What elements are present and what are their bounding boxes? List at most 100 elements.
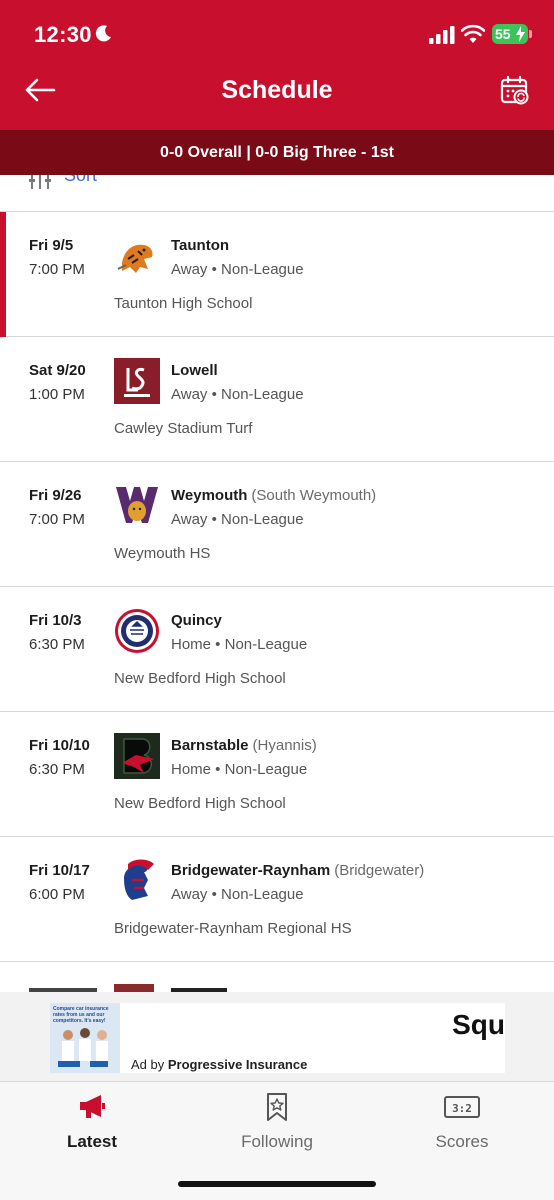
game-time: 6:00 PM (29, 886, 85, 903)
game-location: Away (171, 386, 208, 403)
status-time: 12:30 (34, 22, 92, 47)
tab-scores[interactable]: 3:2 Scores (370, 1082, 554, 1162)
game-row[interactable]: Sat 9/20 1:00 PM Lowell Away • Non-Leagu… (0, 337, 554, 462)
bottom-tab-bar: Latest Following 3:2 Scores (0, 1081, 554, 1200)
sliders-icon (29, 175, 51, 189)
game-date: Fri 10/10 (29, 737, 90, 754)
status-bar: 12:30 55 (0, 0, 554, 68)
game-date: Fri 10/17 (29, 862, 90, 879)
ad-banner[interactable]: Compare car insurance rates from us and … (50, 1003, 505, 1073)
opponent-name: Lowell (171, 362, 218, 379)
game-venue: New Bedford High School (114, 795, 286, 812)
weymouth-logo-icon (116, 487, 158, 523)
ad-by-prefix: Ad by (131, 1057, 165, 1072)
game-venue: Taunton High School (114, 295, 253, 312)
game-location: Away (171, 886, 208, 903)
cellular-signal-icon (429, 26, 455, 44)
scoreboard-icon: 3:2 (444, 1096, 480, 1118)
calendar-sync-icon (500, 75, 529, 105)
game-meta: Away • Non-League (171, 261, 304, 278)
ad-image: Compare car insurance rates from us and … (50, 1003, 120, 1073)
game-date: Sat 9/20 (29, 362, 86, 379)
opponent-town: (Bridgewater) (334, 862, 425, 879)
opponent-label: Taunton (171, 237, 230, 254)
ad-container: Compare car insurance rates from us and … (0, 992, 554, 1081)
schedule-list: Fri 9/5 7:00 PM Taunton Away • Non-Leagu… (0, 212, 554, 1002)
tab-latest[interactable]: Latest (0, 1082, 184, 1162)
opponent-name: Taunton (171, 237, 229, 254)
game-row[interactable]: Fri 9/5 7:00 PM Taunton Away • Non-Leagu… (0, 212, 554, 337)
game-venue: Bridgewater-Raynham Regional HS (114, 920, 352, 937)
wifi-icon (461, 24, 485, 43)
ad-people-image (58, 1028, 108, 1067)
barnstable-logo-icon (114, 733, 160, 779)
game-meta: Away • Non-League (171, 886, 304, 903)
tiger-logo-icon (117, 244, 153, 273)
game-venue: Cawley Stadium Turf (114, 420, 253, 437)
game-meta: Home • Non-League (171, 761, 308, 778)
opponent-label: Quincy (171, 612, 222, 629)
megaphone-icon (80, 1095, 105, 1118)
home-indicator (178, 1181, 376, 1187)
game-league: Non-League (224, 636, 308, 653)
battery-level: 55 (495, 26, 511, 42)
game-venue: Weymouth HS (114, 545, 211, 562)
game-location: Away (171, 511, 208, 528)
tab-following[interactable]: Following (185, 1082, 369, 1162)
game-league: Non-League (224, 761, 308, 778)
opponent-label: Bridgewater-Raynham (171, 862, 331, 879)
ad-advertiser: Progressive Insurance (167, 1057, 308, 1072)
tab-label: Latest (66, 1132, 118, 1151)
game-time: 6:30 PM (29, 636, 85, 653)
battery-indicator: 55 (492, 24, 528, 44)
battery-tip (529, 30, 532, 38)
game-date: Fri 10/3 (29, 612, 82, 629)
ad-headline: Squ (452, 1009, 505, 1040)
opponent-name: Weymouth (South Weymouth) (171, 487, 376, 504)
tab-label: Scores (435, 1132, 489, 1151)
game-location: Away (171, 261, 208, 278)
game-league: Non-League (221, 386, 304, 403)
game-time: 7:00 PM (29, 511, 85, 528)
ad-attribution: Ad by Progressive Insurance (131, 1057, 307, 1072)
game-date: Fri 9/5 (29, 237, 74, 254)
game-league: Non-League (221, 886, 304, 903)
game-meta: Home • Non-League (171, 636, 308, 653)
game-meta: Away • Non-League (171, 386, 304, 403)
opponent-town: (South Weymouth) (251, 487, 377, 504)
moon-icon (95, 25, 111, 42)
game-date: Fri 9/26 (29, 487, 82, 504)
tab-label: Following (241, 1132, 313, 1151)
ad-thumb-text: Compare car insurance rates from us and … (53, 1006, 109, 1024)
game-time: 6:30 PM (29, 761, 85, 778)
opponent-label: Lowell (171, 362, 218, 379)
game-meta: Away • Non-League (171, 511, 304, 528)
game-time: 7:00 PM (29, 261, 85, 278)
opponent-label: Weymouth (171, 487, 248, 504)
charging-bolt-icon (516, 26, 525, 42)
game-league: Non-League (221, 261, 304, 278)
opponent-name: Bridgewater-Raynham (Bridgewater) (171, 862, 424, 879)
bookmark-star-icon (267, 1093, 287, 1121)
page-title: Schedule (221, 76, 333, 104)
opponent-name: Quincy (171, 612, 222, 629)
opponent-town: (Hyannis) (252, 737, 317, 754)
opponent-name: Barnstable (Hyannis) (171, 737, 317, 754)
opponent-label: Barnstable (171, 737, 249, 754)
sort-button[interactable]: Sort (0, 175, 554, 212)
game-row[interactable]: Fri 9/26 7:00 PM Weymouth (South Weymouth… (0, 462, 554, 587)
game-row[interactable]: Fri 10/10 6:30 PM Barnstable (Hyannis) Ho… (0, 712, 554, 837)
svg-text:3:2: 3:2 (452, 1102, 472, 1115)
sort-label: Sort (64, 175, 98, 185)
game-venue: New Bedford High School (114, 670, 286, 687)
lowell-logo-icon (114, 358, 160, 404)
game-location: Home (171, 636, 212, 653)
quincy-logo-icon (115, 609, 159, 653)
calendar-sync-button[interactable] (500, 74, 530, 106)
game-row[interactable]: Fri 10/3 6:30 PM Quincy Home • Non-Leagu… (0, 587, 554, 712)
game-location: Home (171, 761, 212, 778)
game-time: 1:00 PM (29, 386, 85, 403)
game-row[interactable]: Fri 10/17 6:00 PM Bridgewater-Raynham (Br… (0, 837, 554, 962)
trojan-logo-icon (124, 859, 154, 900)
game-league: Non-League (221, 511, 304, 528)
